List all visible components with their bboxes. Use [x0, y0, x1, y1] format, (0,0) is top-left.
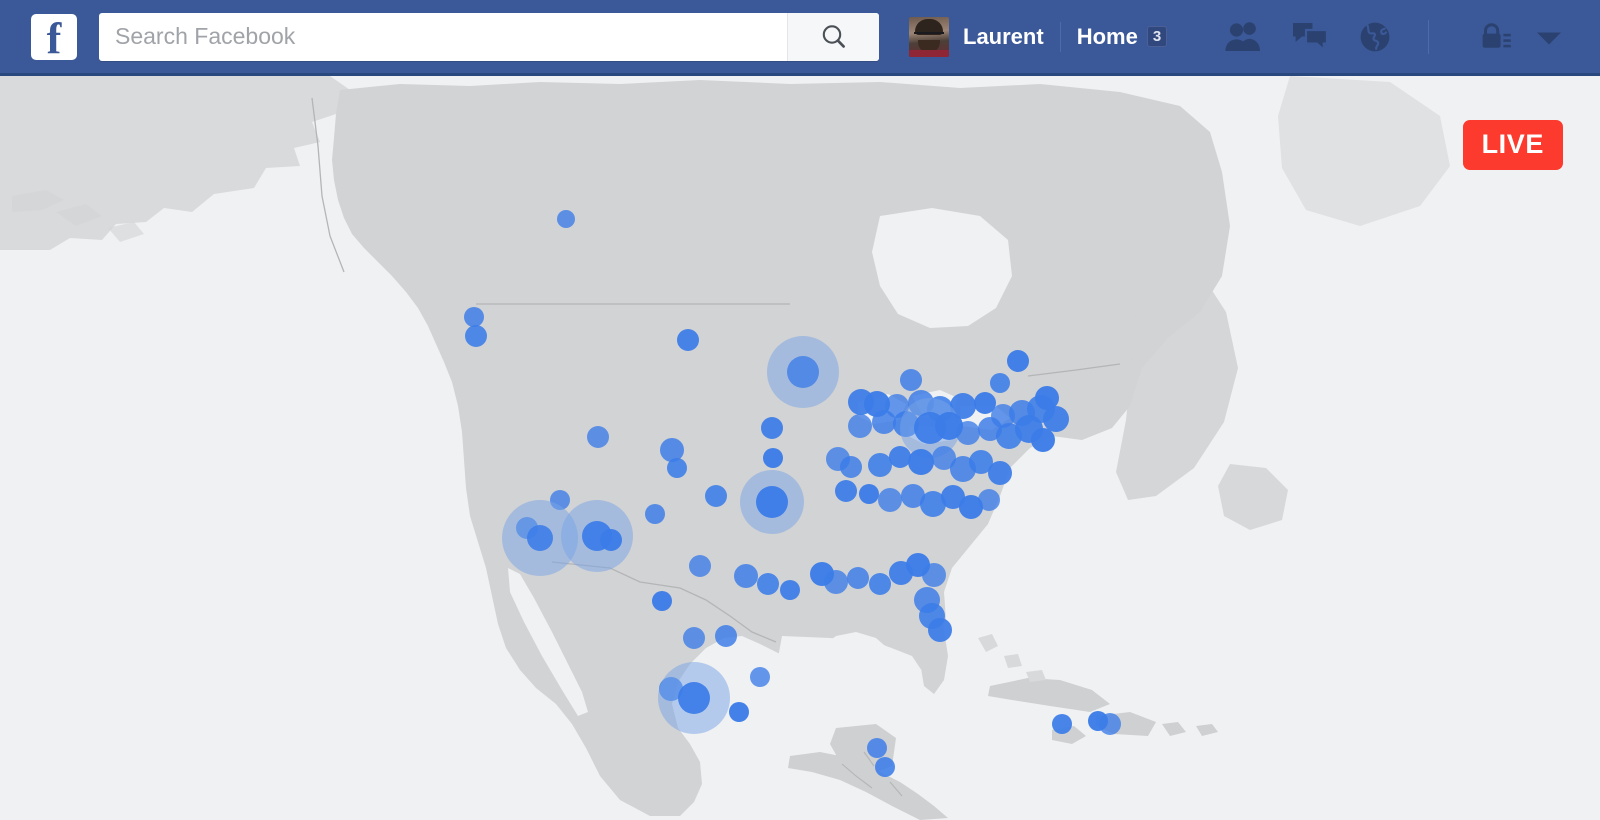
broadcast-marker[interactable]	[928, 618, 952, 642]
avatar-glasses	[914, 31, 944, 39]
broadcast-marker[interactable]	[600, 529, 622, 551]
broadcast-marker[interactable]	[1052, 714, 1072, 734]
notifications-button[interactable]	[1357, 20, 1393, 54]
messages-icon	[1293, 22, 1329, 53]
search-icon	[822, 24, 845, 48]
broadcast-marker[interactable]	[557, 210, 575, 228]
friend-requests-icon	[1225, 21, 1261, 51]
broadcast-marker[interactable]	[667, 458, 687, 478]
broadcast-marker[interactable]	[750, 667, 770, 687]
broadcast-marker[interactable]	[587, 426, 609, 448]
avatar-shirt	[909, 49, 949, 57]
broadcast-marker[interactable]	[978, 489, 1000, 511]
broadcast-marker[interactable]	[677, 329, 699, 351]
notifications-globe-icon	[1360, 22, 1390, 51]
account-menu-button[interactable]	[1534, 26, 1564, 48]
navbar-right-section: Laurent Home 3	[909, 0, 1600, 73]
home-link[interactable]: Home 3	[1076, 23, 1168, 50]
status-badge: LIVE	[1462, 120, 1563, 170]
broadcast-marker[interactable]	[835, 480, 857, 502]
account-chevron-down-icon	[1537, 32, 1561, 44]
navbar-divider	[1059, 21, 1061, 52]
broadcast-marker[interactable]	[464, 307, 484, 327]
broadcast-marker[interactable]	[840, 456, 862, 478]
navbar-account-group	[1401, 19, 1564, 54]
broadcast-marker[interactable]	[465, 325, 487, 347]
broadcast-marker[interactable]	[1035, 386, 1059, 410]
broadcast-marker[interactable]	[527, 525, 553, 551]
broadcast-marker[interactable]	[1007, 350, 1029, 372]
broadcast-marker[interactable]	[734, 564, 758, 588]
broadcast-marker[interactable]	[847, 567, 869, 589]
broadcast-marker[interactable]	[922, 563, 946, 587]
broadcast-marker[interactable]	[787, 356, 819, 388]
broadcast-marker[interactable]	[867, 738, 887, 758]
avatar[interactable]	[909, 16, 949, 57]
facebook-top-navbar: f Laurent Home 3	[0, 0, 1600, 76]
broadcast-marker[interactable]	[1031, 428, 1055, 452]
messages-button[interactable]	[1290, 21, 1330, 53]
broadcast-marker[interactable]	[645, 504, 665, 524]
navbar-icon-group	[1223, 20, 1393, 54]
broadcast-marker[interactable]	[848, 414, 872, 438]
friend-requests-button[interactable]	[1223, 21, 1263, 53]
privacy-shortcuts-button[interactable]	[1478, 22, 1512, 52]
navbar-divider-2	[1428, 19, 1429, 54]
search-input[interactable]	[99, 12, 787, 61]
broadcast-marker[interactable]	[763, 448, 783, 468]
profile-name-link[interactable]: Laurent	[963, 24, 1044, 50]
broadcast-marker[interactable]	[652, 591, 672, 611]
broadcast-marker[interactable]	[824, 570, 848, 594]
broadcast-marker[interactable]	[761, 417, 783, 439]
broadcast-marker[interactable]	[956, 421, 980, 445]
broadcast-marker[interactable]	[678, 682, 710, 714]
home-badge-count: 3	[1146, 25, 1168, 47]
broadcast-marker[interactable]	[729, 702, 749, 722]
privacy-lock-icon	[1482, 22, 1511, 48]
broadcast-marker[interactable]	[878, 488, 902, 512]
broadcast-marker[interactable]	[875, 757, 895, 777]
broadcast-marker[interactable]	[900, 369, 922, 391]
facebook-logo-letter: f	[46, 13, 62, 63]
broadcast-marker[interactable]	[757, 573, 779, 595]
live-broadcast-markers	[0, 76, 1600, 820]
broadcast-marker[interactable]	[908, 449, 934, 475]
live-video-map[interactable]: LIVE	[0, 76, 1600, 820]
broadcast-marker[interactable]	[689, 555, 711, 577]
broadcast-marker[interactable]	[988, 461, 1012, 485]
broadcast-marker[interactable]	[683, 627, 705, 649]
broadcast-marker[interactable]	[756, 486, 788, 518]
broadcast-marker[interactable]	[1099, 713, 1121, 735]
search-box[interactable]	[99, 12, 879, 61]
search-button[interactable]	[787, 12, 879, 61]
facebook-live-map-page: f Laurent Home 3	[0, 0, 1600, 820]
broadcast-marker[interactable]	[780, 580, 800, 600]
broadcast-marker[interactable]	[705, 485, 727, 507]
broadcast-marker[interactable]	[715, 625, 737, 647]
facebook-logo-icon[interactable]: f	[31, 13, 77, 63]
broadcast-marker[interactable]	[859, 484, 879, 504]
home-label: Home	[1076, 23, 1138, 49]
broadcast-marker[interactable]	[869, 573, 891, 595]
broadcast-marker[interactable]	[990, 373, 1010, 393]
